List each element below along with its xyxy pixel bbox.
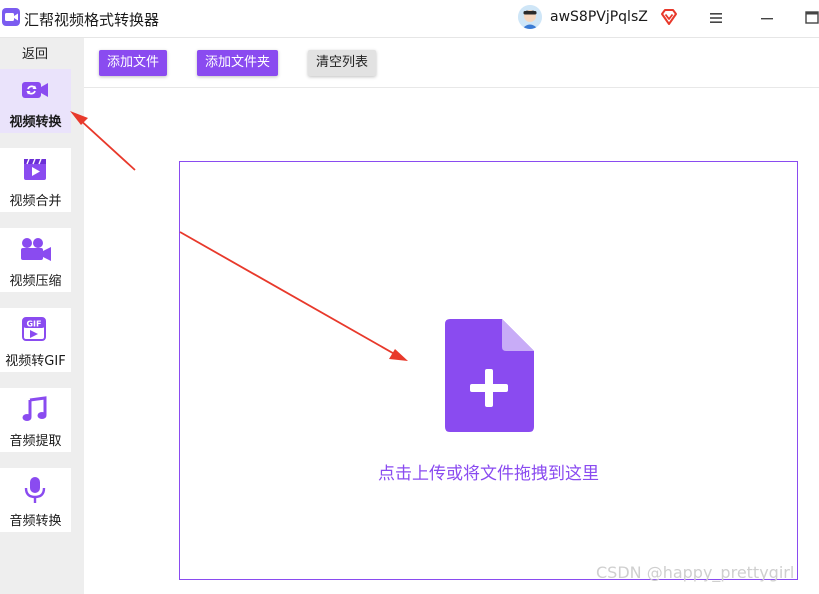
sidebar-item-label: 视频转换 [9,115,62,130]
sidebar-item-label: 视频合并 [9,194,62,209]
gif-icon: GIF [21,316,49,342]
sidebar-item-video-convert[interactable]: 视频转换 [0,69,71,133]
sidebar-item-label: 视频压缩 [9,274,62,289]
sidebar-item-video-merge[interactable]: 视频合并 [0,148,71,212]
app-logo-icon [2,8,20,26]
add-folder-button[interactable]: 添加文件夹 [197,50,279,76]
add-file-icon[interactable] [444,319,536,437]
toolbar: 添加文件 添加文件夹 清空列表 [84,38,819,88]
sidebar-item-audio-extract[interactable]: 音频提取 [0,388,71,452]
watermark: CSDN @happy_prettygirl [596,563,795,582]
sidebar-item-label: 视频转GIF [5,354,66,369]
sidebar: 返回 视频转换 视频合并 视频压缩 GIF 视频转GIF 音频提取 音频转换 [0,38,84,594]
sidebar-item-label: 音频转换 [9,514,62,529]
svg-text:GIF: GIF [26,320,41,329]
video-merge-icon [21,156,49,182]
sidebar-item-video-to-gif[interactable]: GIF 视频转GIF [0,308,71,372]
add-file-button[interactable]: 添加文件 [99,50,168,76]
video-compress-icon [21,236,51,262]
user-avatar[interactable] [518,5,542,29]
username[interactable]: awS8PVjPqlsZ [550,9,648,25]
sidebar-item-label: 音频提取 [9,434,62,449]
minimize-icon[interactable] [757,8,777,28]
clear-list-button[interactable]: 清空列表 [308,50,377,76]
microphone-icon [21,476,49,503]
file-drop-zone[interactable]: 点击上传或将文件拖拽到这里 [179,161,798,580]
vip-badge-icon[interactable] [660,8,678,30]
music-note-icon [21,396,49,422]
back-link[interactable]: 返回 [0,43,70,62]
sidebar-item-audio-convert[interactable]: 音频转换 [0,468,71,532]
video-convert-icon [21,77,49,103]
app-title: 汇帮视频格式转换器 [24,11,160,29]
drop-hint-text: 点击上传或将文件拖拽到这里 [378,464,599,484]
menu-icon[interactable] [706,8,726,28]
maximize-icon[interactable] [805,8,819,28]
title-bar: 汇帮视频格式转换器 awS8PVjPqlsZ [0,0,819,38]
annotation-arrow-line [77,117,136,171]
sidebar-item-video-compress[interactable]: 视频压缩 [0,228,71,292]
